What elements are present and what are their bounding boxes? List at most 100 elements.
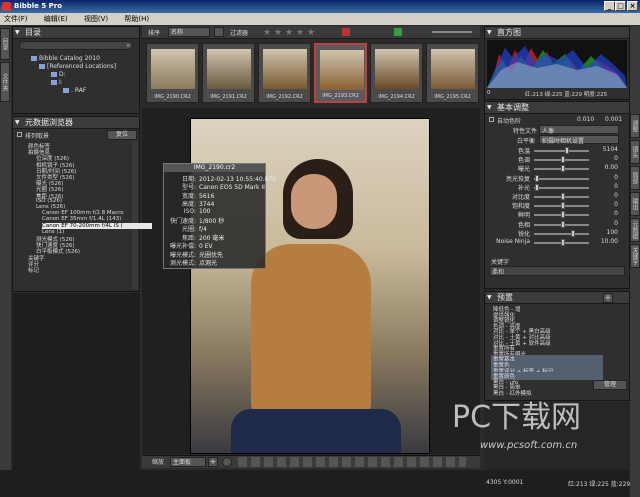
histogram-chart	[487, 40, 627, 88]
menu-view[interactable]: 视图(V)	[84, 15, 108, 23]
star-icon[interactable]: ★	[285, 28, 293, 38]
slider-knob[interactable]	[560, 239, 565, 246]
slider-value: 0	[614, 201, 618, 209]
metadata-tree-item[interactable]: Canon EF 35mm f/1.4L (143)	[42, 216, 121, 222]
maximize-button[interactable]: □	[615, 1, 626, 11]
thumb-size-slider[interactable]	[432, 31, 472, 33]
catalog-title: 目录	[25, 28, 41, 37]
thumbnail-label: IMG_2190.CR2	[154, 94, 191, 100]
auto-value-2: 0.001	[605, 116, 623, 123]
menu-help[interactable]: 帮助(H)	[124, 15, 149, 23]
collapse-icon[interactable]: ▼	[15, 117, 20, 129]
slider-knob[interactable]	[560, 165, 565, 173]
metadata-tree-item[interactable]: 标记	[28, 266, 39, 274]
collapse-icon[interactable]: ▼	[487, 27, 492, 39]
slider-knob[interactable]	[560, 220, 565, 228]
menu-edit[interactable]: 编辑(E)	[44, 15, 68, 23]
star-icon[interactable]: ★	[296, 28, 304, 38]
slider-knob[interactable]	[535, 183, 540, 191]
presets-title: 预置	[497, 293, 513, 302]
preset-item[interactable]: 黑白 - 红外模拟	[491, 389, 603, 397]
auto-color-checkbox[interactable]	[489, 117, 494, 122]
tree-item[interactable]: [Referenced Locations]	[39, 63, 116, 70]
slider-row: 亮光恢复 0	[490, 174, 620, 183]
metadata-tree-item[interactable]: Lens (526)	[36, 204, 65, 210]
slider-knob[interactable]	[560, 211, 565, 219]
slider-value: 100	[606, 228, 618, 236]
slider-value: 0	[614, 219, 618, 227]
slider-knob[interactable]	[560, 193, 565, 200]
menu-file[interactable]: 文件(F)	[4, 15, 28, 23]
overlay-value: 100	[199, 207, 211, 215]
photo-jacket	[251, 244, 371, 414]
thumbnail[interactable]: IMG_2191.CR2	[202, 43, 255, 103]
sort-direction-button[interactable]	[214, 27, 224, 37]
scrollbar[interactable]	[132, 141, 138, 289]
overlay-row: 测光模式: 点测光	[164, 258, 217, 267]
thumbnail[interactable]: IMG_2193.CR2	[314, 43, 367, 103]
right-tab[interactable]: 元数据	[630, 218, 640, 242]
close-button[interactable]: ×	[627, 1, 638, 11]
wb-select[interactable]: 拍摄时相机设置	[539, 135, 619, 145]
histogram-readout: 红:213 绿:225 蓝:229 明度:225	[525, 92, 608, 98]
collapse-icon[interactable]: ▼	[487, 102, 492, 114]
minimize-button[interactable]: _	[604, 1, 615, 11]
tree-item[interactable]: . RAF	[63, 87, 86, 94]
slider-track[interactable]	[534, 177, 589, 180]
sort-select[interactable]: 名称	[168, 27, 210, 37]
slider-track[interactable]	[534, 232, 589, 235]
slider-track[interactable]	[534, 150, 589, 152]
circle-tool-icon[interactable]	[222, 457, 232, 467]
thumbnail-image	[151, 49, 195, 89]
slider-label: 饱和度	[511, 203, 530, 211]
metadata-tree-item[interactable]: ISO (526)	[36, 198, 62, 204]
thumbnail[interactable]: IMG_2192.CR2	[258, 43, 311, 103]
slider-label: 色调	[517, 157, 530, 165]
slider-label: 曝光	[517, 166, 530, 174]
tree-item[interactable]: I:	[51, 79, 63, 86]
filter-label: 过滤器	[230, 30, 249, 37]
add-preset-button[interactable]: +	[603, 293, 613, 303]
add-icon[interactable]: +	[208, 457, 218, 467]
empty-panel-area	[12, 293, 140, 497]
thumbnail[interactable]: IMG_2194.CR2	[370, 43, 423, 103]
star-icon[interactable]: ★	[274, 28, 282, 38]
slider-knob[interactable]	[564, 147, 569, 154]
collapse-icon[interactable]: ▼	[15, 27, 20, 39]
tree-item[interactable]: D:	[51, 71, 66, 78]
metadata-tree-item[interactable]: Lens (1)	[42, 229, 64, 235]
profile-select[interactable]: 人像	[539, 125, 619, 135]
green-label-button[interactable]	[394, 28, 402, 36]
red-label-button[interactable]	[342, 28, 350, 36]
slider-knob[interactable]	[560, 156, 565, 164]
star-icon[interactable]: ★	[307, 28, 315, 38]
checkbox[interactable]	[17, 132, 22, 137]
slider-knob[interactable]	[560, 202, 565, 210]
thumbnail-label: IMG_2191.CR2	[210, 94, 247, 100]
thumbnail[interactable]: IMG_2195.CR2	[426, 43, 479, 103]
slider-row: 色调 0	[490, 155, 620, 164]
right-tab[interactable]: 镜头	[630, 140, 640, 164]
right-tab[interactable]: 输出	[630, 192, 640, 216]
note-field[interactable]: 柔和	[489, 266, 625, 276]
overlay-value: 点测光	[199, 260, 218, 267]
right-tab[interactable]: 局部	[630, 166, 640, 190]
tool-buttons[interactable]	[238, 457, 466, 467]
tree-item[interactable]: Bibble Catalog 2010	[31, 55, 100, 62]
metadata-tree-item[interactable]: Canon EF 100mm f/2.8 Macro	[42, 210, 124, 216]
catalog-search-input[interactable]: ⌕	[19, 41, 133, 50]
slider-track[interactable]	[534, 186, 589, 189]
star-icon[interactable]: ★	[263, 28, 271, 38]
right-tab[interactable]: 调整	[630, 114, 640, 138]
zoom-select[interactable]: 主面板	[170, 457, 206, 467]
collapse-icon[interactable]: ▼	[487, 292, 492, 304]
metadata-tree-item[interactable]: Canon EF 70-200mm f/4L IS (	[42, 222, 152, 229]
tab-catalog[interactable]: 目录	[0, 28, 10, 60]
slider-knob[interactable]	[535, 174, 540, 182]
right-tab[interactable]: 关键字	[630, 244, 640, 268]
slider-knob[interactable]	[571, 229, 576, 237]
reset-button[interactable]: 复位	[107, 130, 137, 140]
tab-folders[interactable]: 文件夹	[0, 62, 10, 102]
thumbnail[interactable]: IMG_2190.CR2	[146, 43, 199, 103]
watermark-url: www.pcsoft.com.cn	[480, 440, 578, 451]
